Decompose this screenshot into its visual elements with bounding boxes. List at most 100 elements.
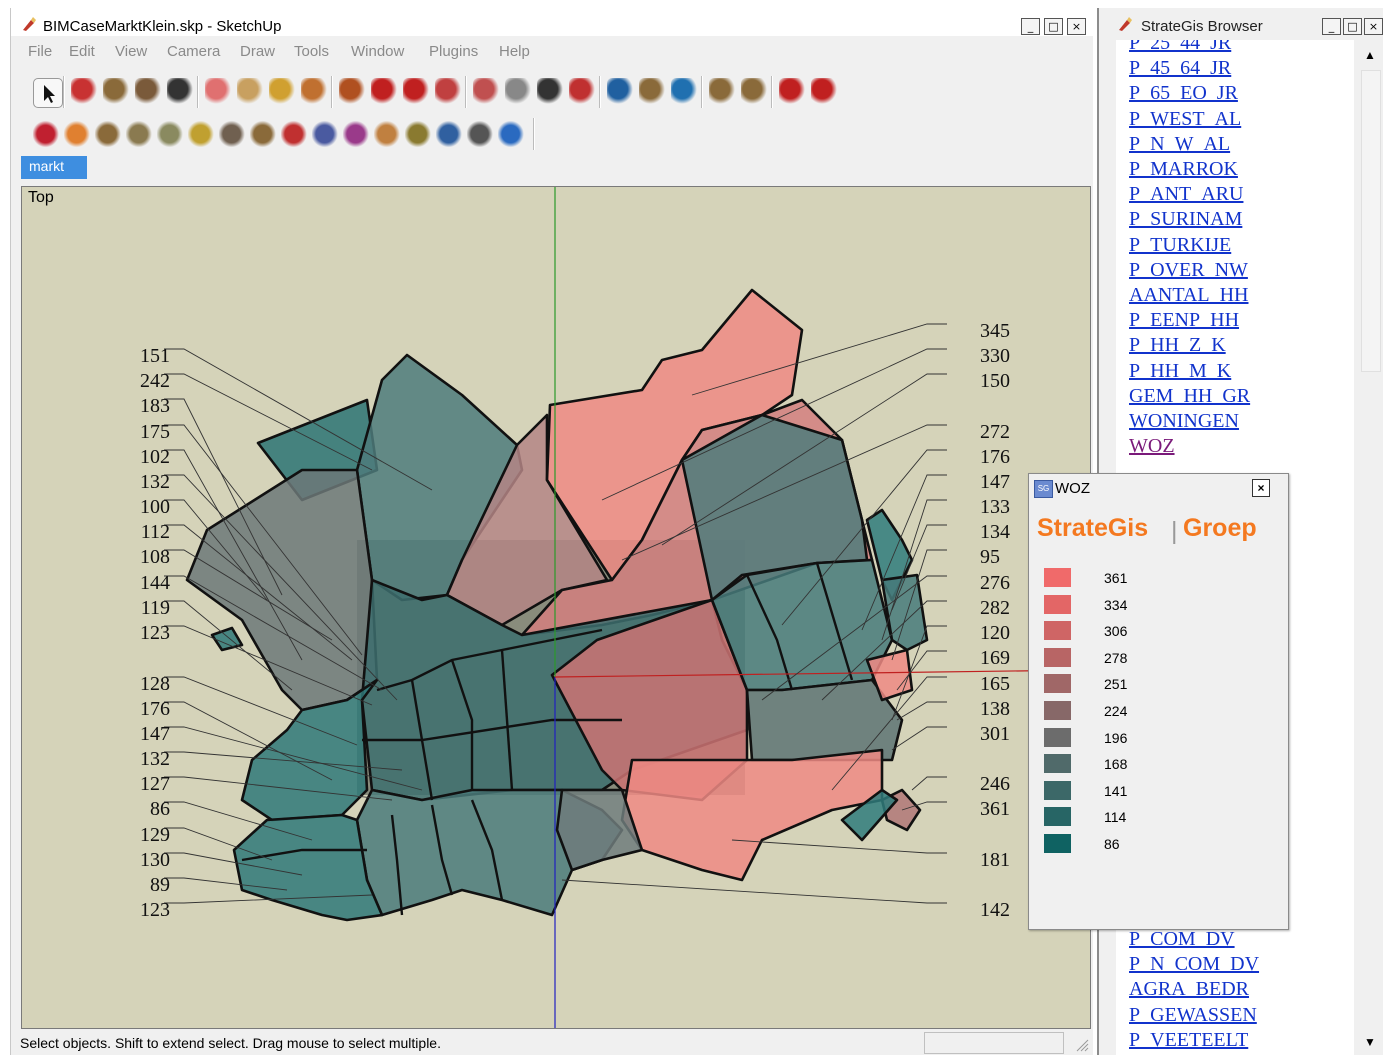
info-plugin-icon[interactable] xyxy=(779,78,807,106)
minimize-button[interactable]: _ xyxy=(1021,18,1040,35)
plugin-fx-icon[interactable] xyxy=(250,120,278,148)
get-models-icon[interactable] xyxy=(607,78,635,106)
arc-icon[interactable] xyxy=(167,78,195,106)
pencil-icon[interactable] xyxy=(71,78,99,106)
attribute-link[interactable]: P_45_64_JR xyxy=(1129,57,1231,80)
plugin-list-icon[interactable] xyxy=(498,120,526,148)
paint-icon[interactable] xyxy=(301,78,329,106)
menu-camera[interactable]: Camera xyxy=(167,43,220,60)
legend-value: 86 xyxy=(1104,836,1120,852)
rotate-icon[interactable] xyxy=(403,78,431,106)
eraser-icon[interactable] xyxy=(205,78,233,106)
toolbar-separator xyxy=(197,76,199,108)
attribute-link[interactable]: P_COM_DV xyxy=(1129,928,1235,951)
attribute-link[interactable]: P_EENP_HH xyxy=(1129,309,1239,332)
select-icon[interactable] xyxy=(33,78,63,108)
move-icon[interactable] xyxy=(371,78,399,106)
close-button[interactable]: × xyxy=(1067,18,1086,35)
right-value-label: 181 xyxy=(980,849,1010,871)
attribute-link[interactable]: P_HH_Z_K xyxy=(1129,334,1226,357)
attribute-link[interactable]: P_WEST_AL xyxy=(1129,108,1241,131)
circle-icon[interactable] xyxy=(135,78,163,106)
attribute-link[interactable]: P_25_44_JR xyxy=(1129,40,1231,55)
legend-row: 224 xyxy=(1044,701,1244,721)
legend-swatch xyxy=(1044,621,1071,641)
plugin-b-icon[interactable] xyxy=(33,120,61,148)
attribute-link[interactable]: WOZ xyxy=(1129,435,1175,458)
tape-measure-icon[interactable] xyxy=(269,78,297,106)
warehouse-icon[interactable] xyxy=(741,78,769,106)
plugin-dp-icon[interactable] xyxy=(343,120,371,148)
attribute-link[interactable]: P_N_W_AL xyxy=(1129,133,1230,156)
plugin-extrude-icon[interactable] xyxy=(188,120,216,148)
attribute-link[interactable]: P_GEWASSEN xyxy=(1129,1004,1257,1027)
push-pull-icon[interactable] xyxy=(339,78,367,106)
plugin-stack-icon[interactable] xyxy=(219,120,247,148)
menu-view[interactable]: View xyxy=(115,43,147,60)
plugin-info-icon[interactable] xyxy=(95,120,123,148)
attribute-link[interactable]: AANTAL_HH xyxy=(1129,284,1249,307)
rectangle-icon[interactable] xyxy=(103,78,131,106)
plugin-building-icon[interactable] xyxy=(405,120,433,148)
follow-me-icon[interactable] xyxy=(435,78,463,106)
right-value-label: 133 xyxy=(980,496,1010,518)
sketchup-titlebar[interactable]: BIMCaseMarktKlein.skp - SketchUp _ □ × xyxy=(11,8,1093,36)
menu-window[interactable]: Window xyxy=(351,43,404,60)
menu-draw[interactable]: Draw xyxy=(240,43,275,60)
component-icon[interactable] xyxy=(709,78,737,106)
menu-help[interactable]: Help xyxy=(499,43,530,60)
browser-maximize-button[interactable]: □ xyxy=(1343,18,1362,35)
legend-row: 334 xyxy=(1044,594,1244,615)
scroll-up-icon[interactable]: ▲ xyxy=(1355,48,1383,62)
attribute-link[interactable]: P_N_COM_DV xyxy=(1129,953,1259,976)
plugin-pp-icon[interactable] xyxy=(312,120,340,148)
menu-file[interactable]: File xyxy=(28,43,52,60)
plugin-globe-icon[interactable] xyxy=(436,120,464,148)
paint-bucket-icon[interactable] xyxy=(237,78,265,106)
plugin-table-icon[interactable] xyxy=(467,120,495,148)
plugin-brush-icon[interactable] xyxy=(374,120,402,148)
attribute-link[interactable]: AGRA_BEDR xyxy=(1129,978,1249,1001)
measurements-box[interactable] xyxy=(924,1032,1064,1054)
share-model-icon[interactable] xyxy=(639,78,667,106)
menu-plugins[interactable]: Plugins xyxy=(429,43,478,60)
scroll-down-icon[interactable]: ▼ xyxy=(1355,1035,1383,1049)
plugin-chart-icon[interactable] xyxy=(64,120,92,148)
zoom-icon[interactable] xyxy=(537,78,565,106)
attribute-link[interactable]: P_HH_M_K xyxy=(1129,360,1231,383)
legend-row: 86 xyxy=(1044,834,1244,854)
attribute-link[interactable]: P_OVER_NW xyxy=(1129,259,1248,282)
legend-value: 361 xyxy=(1104,570,1128,586)
attribute-link[interactable]: WONINGEN xyxy=(1129,410,1239,433)
pan-icon[interactable] xyxy=(505,78,533,106)
attribute-link[interactable]: GEM_HH_GR xyxy=(1129,385,1250,408)
attribute-link[interactable]: P_ANT_ARU xyxy=(1129,183,1243,206)
scroll-thumb[interactable] xyxy=(1361,70,1381,372)
plugin-terrain-icon[interactable] xyxy=(157,120,185,148)
browser-scrollbar[interactable]: ▲ ▼ xyxy=(1355,40,1383,1055)
legend-row: 196 xyxy=(1044,727,1244,748)
google-earth-icon[interactable] xyxy=(671,78,699,106)
orbit-icon[interactable] xyxy=(473,78,501,106)
legend-value: 168 xyxy=(1104,756,1128,773)
plugin-remove-icon[interactable] xyxy=(281,120,309,148)
delete-plugin-icon[interactable] xyxy=(811,78,839,106)
plugin-layers-icon[interactable] xyxy=(126,120,154,148)
right-value-label: 176 xyxy=(980,446,1010,468)
attribute-link[interactable]: P_SURINAM xyxy=(1129,208,1242,231)
attribute-link[interactable]: P_65_EO_JR xyxy=(1129,82,1238,105)
model-viewport[interactable]: Top 151 242 183 175 102 132 100 112 108 … xyxy=(21,186,1091,1029)
menu-tools[interactable]: Tools xyxy=(294,43,329,60)
resize-grip-icon[interactable] xyxy=(1073,1036,1089,1052)
tab-markt[interactable]: markt xyxy=(21,156,87,179)
browser-close-button[interactable]: × xyxy=(1364,18,1383,35)
maximize-button[interactable]: □ xyxy=(1044,18,1063,35)
zoom-extents-icon[interactable] xyxy=(569,78,597,106)
attribute-link[interactable]: P_VEETEELT xyxy=(1129,1029,1248,1052)
attribute-link[interactable]: P_TURKIJE xyxy=(1129,234,1231,257)
menu-edit[interactable]: Edit xyxy=(69,43,95,60)
browser-minimize-button[interactable]: _ xyxy=(1322,18,1341,35)
toolbar-separator xyxy=(701,76,703,108)
attribute-link[interactable]: P_MARROK xyxy=(1129,158,1238,181)
toolbar-plugins xyxy=(21,114,1093,154)
